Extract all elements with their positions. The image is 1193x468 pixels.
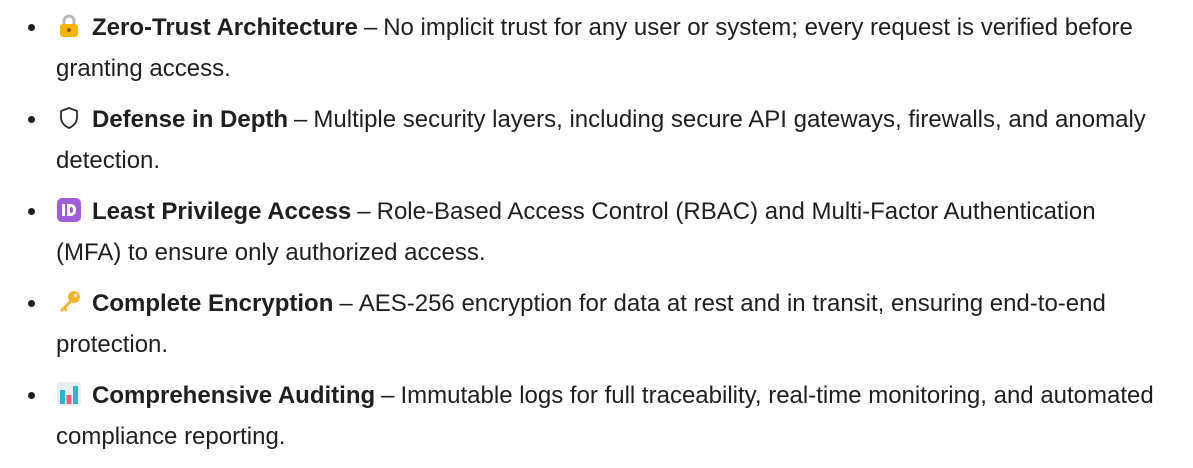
padlock-icon — [56, 13, 82, 39]
bullet — [28, 7, 36, 48]
item-title: Complete Encryption — [92, 290, 334, 317]
bar-chart-icon — [56, 381, 82, 407]
bullet — [28, 283, 36, 324]
bullet — [28, 191, 36, 232]
bullet — [28, 99, 36, 140]
separator: – — [339, 290, 353, 317]
list-item: Defense in Depth – Multiple security layer… — [0, 99, 1193, 181]
shield-icon — [56, 105, 82, 131]
separator: – — [363, 14, 378, 41]
security-principles-list: Zero-Trust Architecture – No implicit trus… — [0, 0, 1193, 457]
bullet — [28, 375, 36, 416]
list-item: Zero-Trust Architecture – No implicit trus… — [0, 0, 1193, 89]
key-icon — [56, 289, 82, 315]
list-item: Complete Encryption – AES-256 encryption f… — [0, 283, 1193, 365]
item-title: Least Privilege Access — [92, 198, 352, 225]
separator: – — [357, 198, 371, 225]
separator: – — [294, 106, 308, 133]
item-title: Zero-Trust Architecture — [92, 14, 358, 41]
separator: – — [381, 382, 395, 409]
id-badge-icon — [56, 197, 82, 223]
list-item: Comprehensive Auditing – Immutable logs fo… — [0, 375, 1193, 457]
list-item: Least Privilege Access – Role-Based Access… — [0, 191, 1193, 273]
item-title: Defense in Depth — [92, 106, 289, 133]
item-title: Comprehensive Auditing — [92, 382, 376, 409]
